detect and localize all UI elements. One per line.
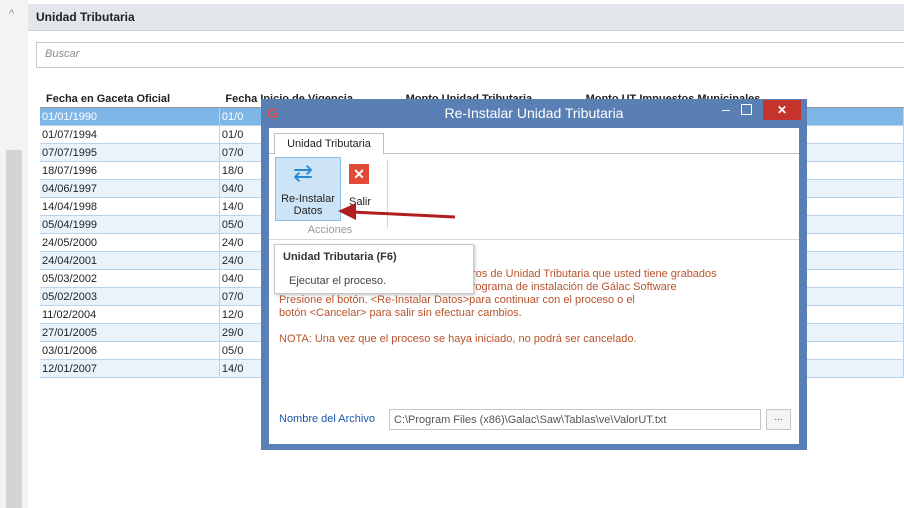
arrow-head <box>338 203 356 220</box>
annotation-arrow <box>338 203 456 220</box>
arrow-line <box>351 210 456 219</box>
